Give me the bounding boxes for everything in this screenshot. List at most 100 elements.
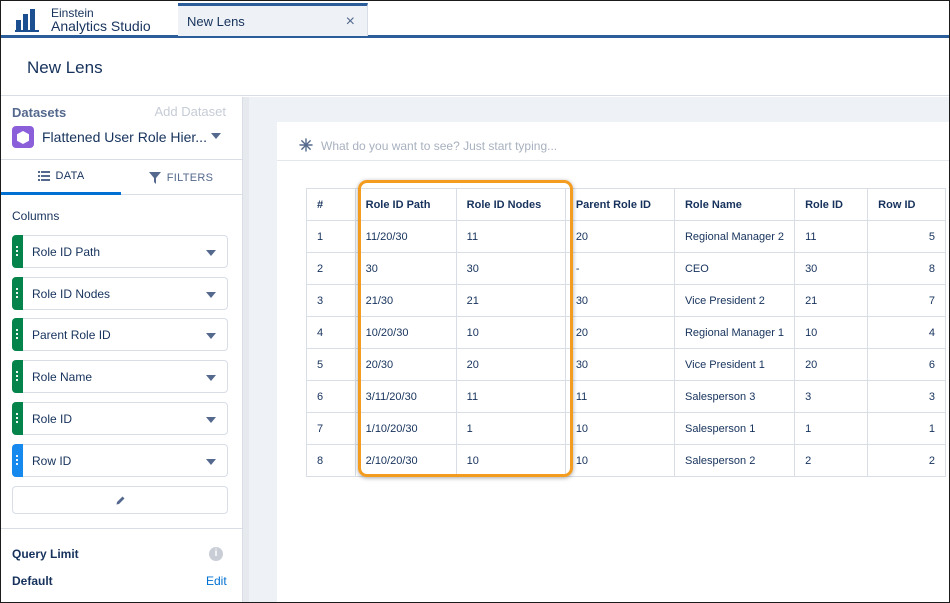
drag-handle[interactable] [12, 318, 23, 351]
table-cell: 21 [794, 284, 869, 317]
table-cell: 4 [867, 316, 946, 349]
column-pill[interactable]: Parent Role ID [12, 318, 228, 351]
table-cell: 2 [794, 444, 869, 477]
tab-filters[interactable]: FILTERS [121, 160, 241, 195]
edit-link[interactable]: Edit [206, 574, 227, 588]
table-cell: 10 [455, 316, 566, 349]
table-cell: Vice President 2 [673, 284, 796, 317]
table-cell: 1 [867, 412, 946, 445]
filter-icon [148, 171, 161, 184]
table-header-row: # Role ID Path Role ID Nodes Parent Role… [306, 188, 946, 221]
table-row: 6 3/11/20/30 11 11 Salesperson 3 3 3 [306, 380, 946, 413]
table-cell: 30 [794, 252, 869, 285]
drag-handle[interactable] [12, 360, 23, 393]
tab-new-lens[interactable]: New Lens × [178, 3, 368, 36]
close-icon[interactable]: × [346, 13, 355, 31]
chevron-down-icon[interactable] [206, 333, 216, 339]
table-cell: 4 [306, 316, 356, 349]
add-column-button[interactable] [12, 486, 228, 514]
column-pill[interactable]: Role ID Nodes [12, 277, 228, 310]
add-dataset-link[interactable]: Add Dataset [154, 104, 226, 119]
column-pill[interactable]: Role ID Path [12, 235, 228, 268]
dataset-icon [12, 126, 34, 148]
table-cell: 3/11/20/30 [354, 380, 457, 413]
info-icon[interactable]: i [209, 547, 223, 561]
column-header[interactable]: Parent Role ID [564, 188, 675, 221]
query-bar[interactable]: What do you want to see? Just start typi… [277, 131, 949, 161]
page-title: New Lens [27, 58, 103, 77]
table-cell: 7 [306, 412, 356, 445]
table-cell: 6 [867, 348, 946, 381]
panel-tabs: DATA FILTERS [1, 159, 243, 195]
column-name: Row ID [32, 454, 72, 468]
table-cell: 2 [306, 252, 356, 285]
chevron-down-icon[interactable] [206, 459, 216, 465]
table-cell: Regional Manager 2 [673, 220, 796, 253]
table-cell: 10 [564, 412, 675, 445]
table-cell: 2 [867, 444, 946, 477]
table-cell: Vice President 1 [673, 348, 796, 381]
table-cell: 11 [794, 220, 869, 253]
app-window: Einstein Analytics Studio New Lens × New… [0, 0, 950, 603]
table-row: 7 1/10/20/30 1 10 Salesperson 1 1 1 [306, 412, 946, 445]
drag-handle[interactable] [12, 235, 23, 268]
table-row: 1 11/20/30 11 20 Regional Manager 2 11 5 [306, 220, 946, 253]
table-cell: 21 [455, 284, 566, 317]
drag-handle[interactable] [12, 444, 23, 477]
column-header[interactable]: Role ID [794, 188, 869, 221]
table-row: 2 30 30 - CEO 30 8 [306, 252, 946, 285]
table-cell: 10 [794, 316, 869, 349]
query-input-placeholder: What do you want to see? Just start typi… [321, 139, 558, 153]
results-table: # Role ID Path Role ID Nodes Parent Role… [306, 188, 946, 477]
chevron-down-icon[interactable] [206, 417, 216, 423]
table-cell: 30 [455, 252, 566, 285]
chevron-down-icon[interactable] [211, 133, 221, 139]
table-cell: 10 [455, 444, 566, 477]
tab-data-label: DATA [55, 170, 85, 182]
table-cell: Regional Manager 1 [673, 316, 796, 349]
column-header[interactable]: Role ID Path [354, 188, 457, 221]
pencil-icon [116, 496, 124, 504]
table-cell: 11 [455, 380, 566, 413]
table-cell: 11/20/30 [354, 220, 457, 253]
table-row: 3 21/30 21 30 Vice President 2 21 7 [306, 284, 946, 317]
column-name: Role ID Nodes [32, 287, 111, 301]
table-cell: 1 [306, 220, 356, 253]
brand[interactable]: Einstein Analytics Studio [15, 6, 151, 34]
table-cell: 5 [867, 220, 946, 253]
datasets-label: Datasets [12, 105, 67, 120]
chevron-down-icon[interactable] [206, 375, 216, 381]
dataset-selector[interactable]: Flattened User Role Hier... [12, 126, 227, 148]
divider [1, 528, 243, 529]
column-header[interactable]: Role Name [673, 188, 796, 221]
column-header[interactable]: Role ID Nodes [455, 188, 566, 221]
chevron-down-icon[interactable] [206, 292, 216, 298]
table-cell: 11 [455, 220, 566, 253]
table-cell: 10 [564, 444, 675, 477]
chevron-down-icon[interactable] [206, 250, 216, 256]
column-name: Role ID [32, 412, 73, 426]
table-row: 4 10/20/30 10 20 Regional Manager 1 10 4 [306, 316, 946, 349]
column-pill[interactable]: Role ID [12, 402, 228, 435]
table-row: 5 20/30 20 30 Vice President 1 20 6 [306, 348, 946, 381]
table-cell: 10/20/30 [354, 316, 457, 349]
table-cell: 21/30 [354, 284, 457, 317]
tab-data[interactable]: DATA [1, 160, 121, 195]
table-cell: 1 [794, 412, 869, 445]
column-pill[interactable]: Role Name [12, 360, 228, 393]
column-pill[interactable]: Row ID [12, 444, 228, 477]
list-icon [37, 171, 50, 181]
table-row: 8 2/10/20/30 10 10 Salesperson 2 2 2 [306, 444, 946, 477]
table-cell: 30 [564, 284, 675, 317]
table-cell: - [564, 252, 675, 285]
table-cell: 8 [867, 252, 946, 285]
drag-handle[interactable] [12, 402, 23, 435]
table-cell: 5 [306, 348, 356, 381]
table-cell: 11 [564, 380, 675, 413]
table-cell: 2/10/20/30 [354, 444, 457, 477]
drag-handle[interactable] [12, 277, 23, 310]
left-panel: Datasets Add Dataset Flattened User Role… [1, 97, 243, 602]
column-header[interactable]: # [306, 188, 356, 221]
column-header[interactable]: Row ID [867, 188, 946, 221]
page-header: New Lens [1, 38, 949, 96]
